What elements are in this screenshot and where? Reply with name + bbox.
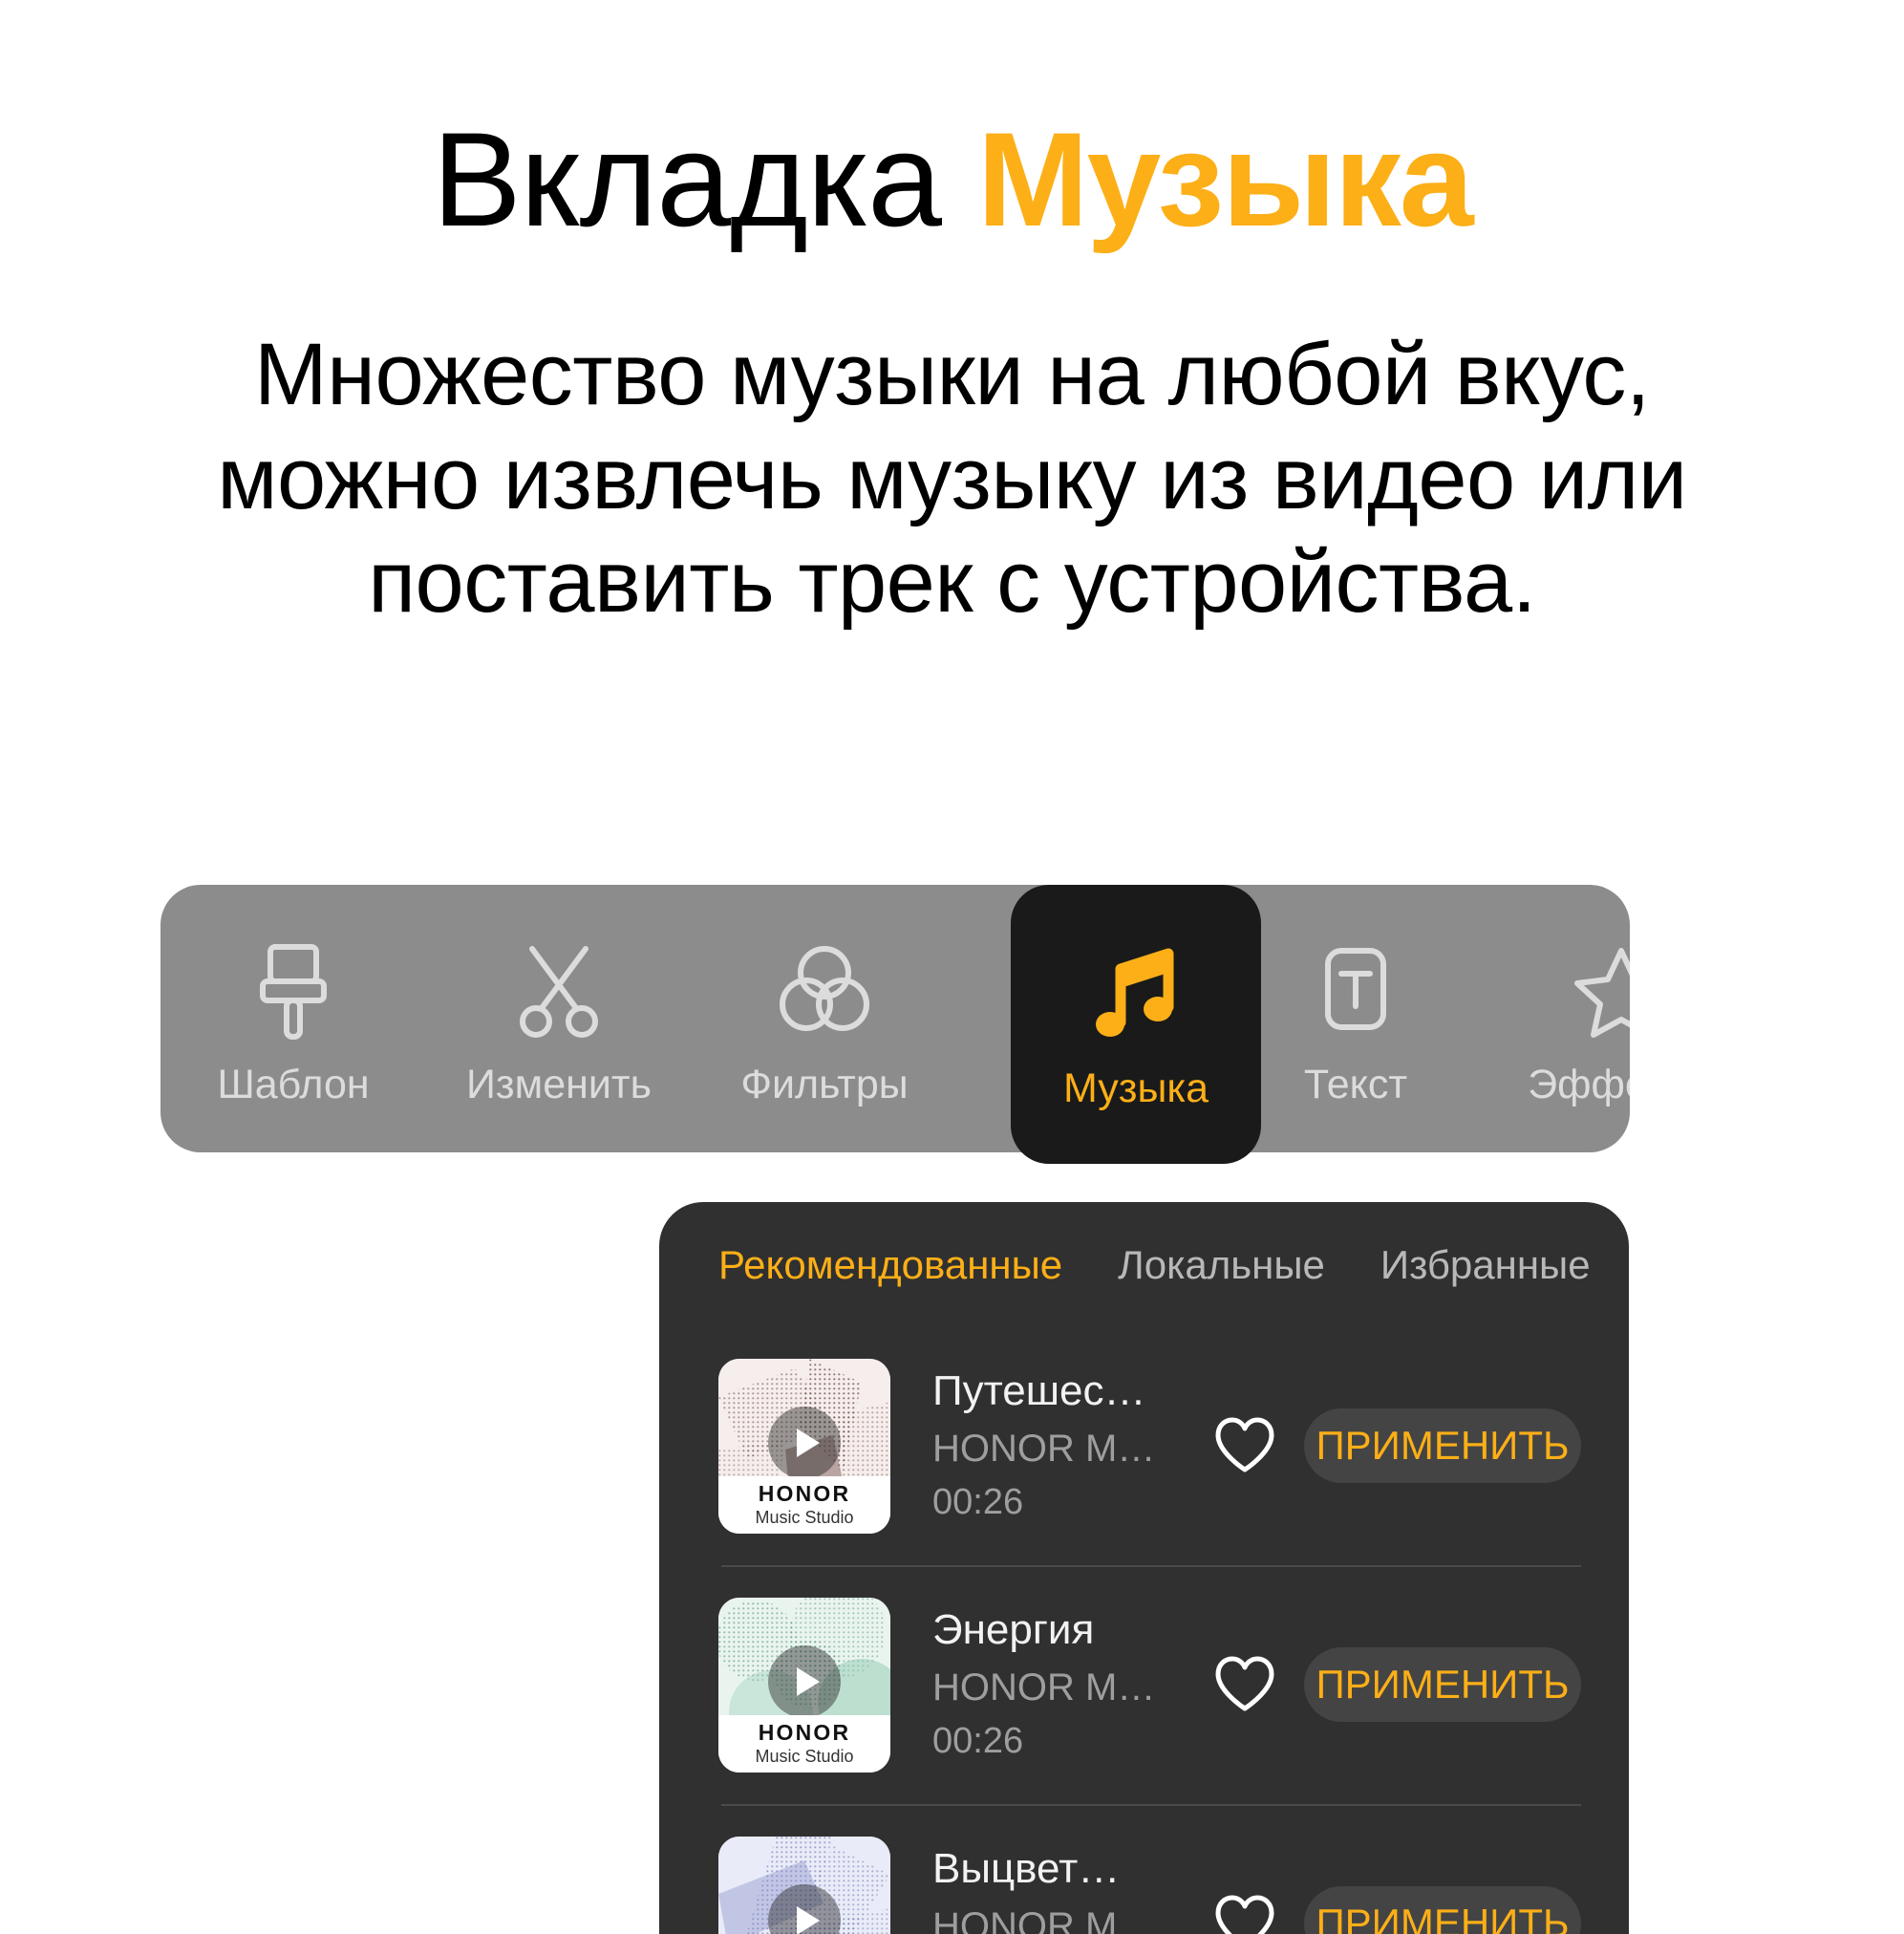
track-title: Выцвет… bbox=[932, 1844, 1121, 1892]
track-meta: Путешес… HONOR M… 00:26 bbox=[932, 1367, 1199, 1524]
favorite-button[interactable] bbox=[1199, 1416, 1291, 1475]
track-list: HONOR Music Studio Путешес… HONOR M… 00:… bbox=[659, 1326, 1629, 1934]
cover-brand: HONOR bbox=[758, 1481, 851, 1506]
music-panel: Рекомендованные Локальные Избранные HONO… bbox=[659, 1202, 1629, 1934]
track-artist: HONOR M… bbox=[932, 1428, 1156, 1471]
heart-icon bbox=[1215, 1417, 1274, 1472]
filters-circles-icon bbox=[775, 937, 874, 1044]
track-cover[interactable]: HONOR Music Studio bbox=[718, 1358, 890, 1534]
apply-button[interactable]: ПРИМЕНИТЬ bbox=[1304, 1886, 1581, 1934]
tab-recommended[interactable]: Рекомендованные bbox=[718, 1242, 1062, 1288]
music-panel-tabs: Рекомендованные Локальные Избранные bbox=[659, 1242, 1629, 1288]
heart-icon bbox=[1215, 1656, 1274, 1711]
track-title: Энергия bbox=[932, 1605, 1095, 1653]
toolbar-item-label: Текст bbox=[1303, 1061, 1408, 1107]
toolbar-item-label: Эффекты bbox=[1528, 1061, 1630, 1107]
toolbar-item-edit[interactable]: Изменить bbox=[426, 885, 692, 1152]
toolbar-item-label: Музыка bbox=[1062, 1064, 1209, 1111]
track-meta: Выцвет… HONOR M… 00:26 bbox=[932, 1845, 1199, 1934]
apply-button[interactable]: ПРИМЕНИТЬ bbox=[1304, 1408, 1581, 1483]
track-row[interactable]: HONOR Music Studio Выцвет… HONOR M… 00:2… bbox=[659, 1804, 1629, 1934]
track-cover[interactable]: HONOR Music Studio bbox=[718, 1597, 890, 1773]
toolbar-item-label: Фильтры bbox=[740, 1061, 909, 1107]
cover-brand-sub: Music Studio bbox=[755, 1747, 854, 1766]
cover-brand-band: HONOR Music Studio bbox=[718, 1714, 890, 1773]
star-icon bbox=[1572, 937, 1630, 1044]
track-duration: 00:26 bbox=[932, 1482, 1024, 1523]
track-duration: 00:26 bbox=[932, 1721, 1024, 1762]
toolbar-item-text[interactable]: Текст bbox=[1223, 885, 1488, 1152]
cover-brand-band: HONOR Music Studio bbox=[718, 1475, 890, 1534]
track-row[interactable]: HONOR Music Studio Путешес… HONOR M… 00:… bbox=[659, 1326, 1629, 1565]
brush-icon bbox=[249, 937, 337, 1044]
editor-toolbar: Шаблон Изменить Фильтры Текст Эфф bbox=[160, 885, 1630, 1152]
toolbar-item-filters[interactable]: Фильтры bbox=[692, 885, 957, 1152]
play-triangle-icon bbox=[796, 1666, 820, 1696]
play-triangle-icon bbox=[796, 1428, 820, 1457]
track-meta: Энергия HONOR M… 00:26 bbox=[932, 1606, 1199, 1763]
track-cover[interactable]: HONOR Music Studio bbox=[718, 1836, 890, 1934]
page-title: Вкладка Музыка bbox=[0, 113, 1904, 247]
toolbar-scroll-strip[interactable]: Шаблон Изменить Фильтры Текст Эфф bbox=[160, 885, 1630, 1152]
favorite-button[interactable] bbox=[1199, 1894, 1291, 1934]
play-triangle-icon bbox=[796, 1905, 820, 1934]
track-row[interactable]: HONOR Music Studio Энергия HONOR M… 00:2… bbox=[659, 1565, 1629, 1804]
toolbar-item-music[interactable]: Музыка bbox=[1011, 885, 1261, 1164]
play-button[interactable] bbox=[768, 1644, 841, 1718]
page-subtitle: Множество музыки на любой вкус, можно из… bbox=[217, 326, 1687, 632]
apply-button[interactable]: ПРИМЕНИТЬ bbox=[1304, 1647, 1581, 1722]
toolbar-item-label: Изменить bbox=[466, 1061, 652, 1107]
toolbar-item-template[interactable]: Шаблон bbox=[160, 885, 426, 1152]
toolbar-item-label: Шаблон bbox=[217, 1061, 370, 1107]
track-title: Путешес… bbox=[932, 1366, 1146, 1414]
track-artist: HONOR M… bbox=[932, 1666, 1156, 1709]
favorite-button[interactable] bbox=[1199, 1655, 1291, 1714]
tab-favorites[interactable]: Избранные bbox=[1380, 1242, 1591, 1288]
cover-brand: HONOR bbox=[758, 1720, 851, 1745]
music-note-icon bbox=[1086, 937, 1186, 1050]
page-title-accent: Музыка bbox=[976, 104, 1474, 254]
track-artist: HONOR M… bbox=[932, 1905, 1156, 1934]
heart-icon bbox=[1215, 1895, 1274, 1934]
cover-brand-sub: Music Studio bbox=[755, 1508, 854, 1527]
scissors-icon bbox=[513, 937, 605, 1044]
tab-local[interactable]: Локальные bbox=[1118, 1242, 1325, 1288]
play-button[interactable] bbox=[768, 1406, 841, 1479]
toolbar-item-effects[interactable]: Эффекты bbox=[1488, 885, 1630, 1152]
text-box-icon bbox=[1312, 937, 1400, 1044]
page-title-plain: Вкладка bbox=[432, 104, 942, 254]
